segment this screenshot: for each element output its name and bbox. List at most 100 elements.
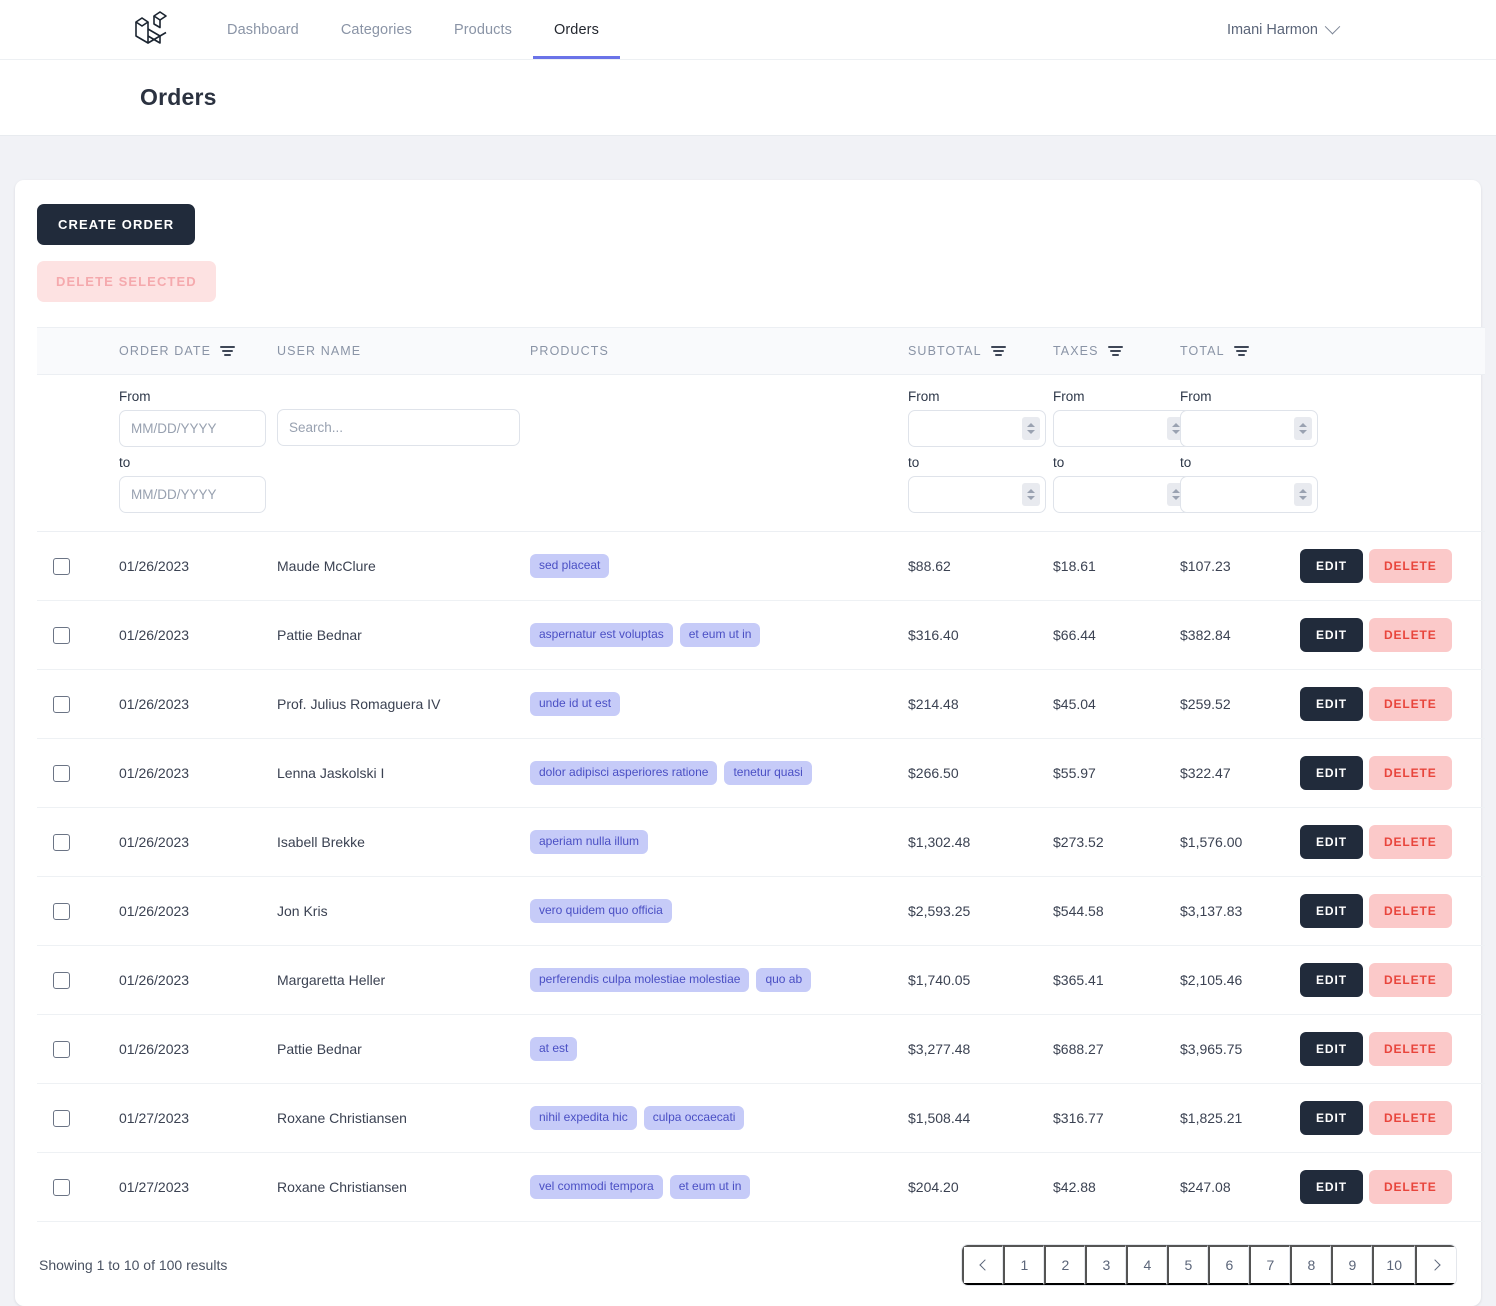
- row-checkbox[interactable]: [53, 902, 70, 920]
- delete-button[interactable]: DELETE: [1368, 1032, 1452, 1066]
- edit-button[interactable]: EDIT: [1300, 1101, 1363, 1135]
- row-select-cell: [37, 1152, 119, 1222]
- cell-order-date: 01/26/2023: [119, 1014, 277, 1084]
- delete-button[interactable]: DELETE: [1368, 756, 1452, 790]
- taxes-from-label: From: [1053, 389, 1085, 404]
- header-actions: [1300, 327, 1485, 375]
- product-tag: sed placeat: [530, 554, 610, 578]
- pagination-page[interactable]: 1: [1003, 1245, 1045, 1285]
- filter-icon[interactable]: [990, 345, 1006, 357]
- cell-taxes: $365.41: [1053, 945, 1180, 1015]
- pagination-page[interactable]: 6: [1208, 1245, 1250, 1285]
- delete-button[interactable]: DELETE: [1368, 963, 1452, 997]
- laravel-logo[interactable]: [130, 0, 206, 59]
- spinner-icon[interactable]: [1022, 417, 1040, 440]
- pagination-page[interactable]: 10: [1372, 1245, 1415, 1285]
- orders-table: ORDER DATE USER NAME PRODUCTS SUBTOTAL T…: [37, 327, 1485, 1222]
- filter-icon[interactable]: [220, 345, 236, 357]
- chevron-down-icon: [1324, 18, 1341, 35]
- nav-link-categories[interactable]: Categories: [320, 0, 433, 59]
- cell-total: $3,137.83: [1180, 876, 1300, 946]
- row-checkbox[interactable]: [53, 626, 70, 644]
- cell-total: $1,576.00: [1180, 807, 1300, 877]
- pagination-page[interactable]: 9: [1331, 1245, 1373, 1285]
- table-head: ORDER DATE USER NAME PRODUCTS SUBTOTAL T…: [37, 327, 1485, 375]
- cell-order-date: 01/26/2023: [119, 531, 277, 601]
- delete-button[interactable]: DELETE: [1368, 825, 1452, 859]
- row-select-cell: [37, 1083, 119, 1153]
- edit-button[interactable]: EDIT: [1300, 618, 1363, 652]
- filter-icon[interactable]: [1233, 345, 1249, 357]
- user-menu[interactable]: Imani Harmon: [1227, 0, 1341, 59]
- delete-button[interactable]: DELETE: [1368, 618, 1452, 652]
- edit-button[interactable]: EDIT: [1300, 894, 1363, 928]
- pagination-page[interactable]: 7: [1249, 1245, 1291, 1285]
- pagination-page[interactable]: 8: [1290, 1245, 1332, 1285]
- row-checkbox[interactable]: [53, 695, 70, 713]
- cell-subtotal: $204.20: [908, 1152, 1053, 1222]
- delete-button[interactable]: DELETE: [1368, 1101, 1452, 1135]
- row-checkbox[interactable]: [53, 971, 70, 989]
- pagination-page[interactable]: 3: [1085, 1245, 1127, 1285]
- nav-link-orders[interactable]: Orders: [533, 0, 620, 59]
- header-subtotal[interactable]: SUBTOTAL: [908, 327, 1053, 375]
- header-order-date-label: ORDER DATE: [119, 344, 212, 358]
- table-row: 01/26/2023 Margaretta Heller perferendis c…: [37, 945, 1485, 1015]
- primary-nav: Dashboard Categories Products Orders: [206, 0, 620, 59]
- row-checkbox[interactable]: [53, 1040, 70, 1058]
- cell-taxes: $18.61: [1053, 531, 1180, 601]
- header-order-date[interactable]: ORDER DATE: [119, 327, 277, 375]
- edit-button[interactable]: EDIT: [1300, 963, 1363, 997]
- header-taxes[interactable]: TAXES: [1053, 327, 1180, 375]
- table-header-row: ORDER DATE USER NAME PRODUCTS SUBTOTAL T…: [37, 327, 1485, 375]
- row-checkbox[interactable]: [53, 833, 70, 851]
- pagination-page[interactable]: 2: [1044, 1245, 1086, 1285]
- spinner-icon[interactable]: [1294, 417, 1312, 440]
- pagination-prev[interactable]: [962, 1245, 1004, 1285]
- row-checkbox[interactable]: [53, 764, 70, 782]
- table-row: 01/26/2023 Pattie Bednar at est $3,277.48 $6…: [37, 1014, 1485, 1084]
- delete-button[interactable]: DELETE: [1368, 687, 1452, 721]
- cell-subtotal: $2,593.25: [908, 876, 1053, 946]
- order-date-from-input[interactable]: [119, 410, 266, 447]
- cell-user-name: Maude McClure: [277, 531, 530, 601]
- nav-link-products[interactable]: Products: [433, 0, 533, 59]
- delete-button[interactable]: DELETE: [1368, 1170, 1452, 1204]
- header-total[interactable]: TOTAL: [1180, 327, 1300, 375]
- edit-button[interactable]: EDIT: [1300, 687, 1363, 721]
- row-checkbox[interactable]: [53, 1178, 70, 1196]
- edit-button[interactable]: EDIT: [1300, 549, 1363, 583]
- cell-total: $1,825.21: [1180, 1083, 1300, 1153]
- delete-button[interactable]: DELETE: [1368, 549, 1452, 583]
- spinner-icon[interactable]: [1022, 483, 1040, 506]
- row-checkbox[interactable]: [53, 557, 70, 575]
- row-select-cell: [37, 669, 119, 739]
- spinner-icon[interactable]: [1294, 483, 1312, 506]
- cell-subtotal: $214.48: [908, 669, 1053, 739]
- row-select-cell: [37, 600, 119, 670]
- table-row: 01/26/2023 Lenna Jaskolski Idolor adipisc…: [37, 738, 1485, 808]
- header-select-all: [37, 327, 119, 375]
- cell-taxes: $45.04: [1053, 669, 1180, 739]
- delete-button[interactable]: DELETE: [1368, 894, 1452, 928]
- edit-button[interactable]: EDIT: [1300, 1032, 1363, 1066]
- cell-user-name: Roxane Christiansen: [277, 1152, 530, 1222]
- cell-user-name: Margaretta Heller: [277, 945, 530, 1015]
- cell-products: perferendis culpa molestiae molestiae quo…: [530, 945, 908, 1015]
- cell-taxes: $688.27: [1053, 1014, 1180, 1084]
- pagination-page[interactable]: 4: [1126, 1245, 1168, 1285]
- nav-link-dashboard[interactable]: Dashboard: [206, 0, 320, 59]
- cell-taxes: $316.77: [1053, 1083, 1180, 1153]
- edit-button[interactable]: EDIT: [1300, 756, 1363, 790]
- row-checkbox[interactable]: [53, 1109, 70, 1127]
- create-order-button[interactable]: CREATE ORDER: [37, 204, 196, 245]
- pagination-next[interactable]: [1415, 1245, 1456, 1285]
- row-select-cell: [37, 945, 119, 1015]
- pagination-page[interactable]: 5: [1167, 1245, 1209, 1285]
- edit-button[interactable]: EDIT: [1300, 825, 1363, 859]
- filter-icon[interactable]: [1107, 345, 1123, 357]
- edit-button[interactable]: EDIT: [1300, 1170, 1363, 1204]
- table-row: 01/26/2023 Maude McClure sed placeat $88.62…: [37, 531, 1485, 601]
- user-name-search-input[interactable]: [277, 409, 520, 446]
- order-date-to-input[interactable]: [119, 476, 266, 513]
